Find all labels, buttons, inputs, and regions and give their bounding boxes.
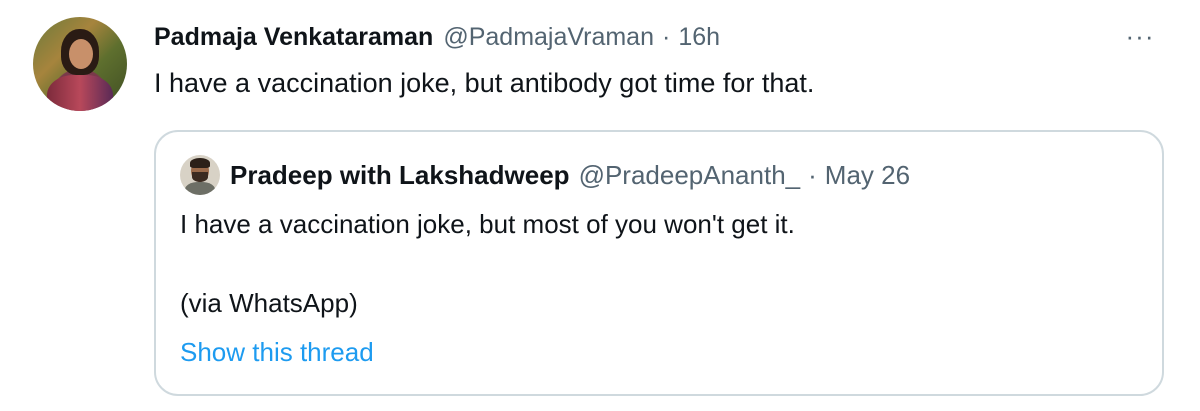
quoted-tweet-text-line2: (via WhatsApp) <box>180 288 358 318</box>
quoted-tweet-header: Pradeep with Lakshadweep @PradeepAnanth_… <box>180 155 911 195</box>
show-thread-link[interactable]: Show this thread <box>180 335 374 369</box>
more-options-button[interactable]: ··· <box>1122 20 1158 51</box>
author-name[interactable]: Padmaja Venkataraman <box>154 23 433 52</box>
quoted-tweet-text-line1: I have a vaccination joke, but most of y… <box>180 209 795 239</box>
quoted-tweet[interactable]: Pradeep with Lakshadweep @PradeepAnanth_… <box>154 130 1164 396</box>
quoted-author-handle: @PradeepAnanth_ <box>578 159 801 190</box>
tweet-header: Padmaja Venkataraman @PadmajaVraman · 16… <box>154 19 720 55</box>
quoted-author-name: Pradeep with Lakshadweep <box>230 159 570 190</box>
quoted-avatar-beard <box>192 172 208 182</box>
quoted-avatar-body <box>185 182 215 195</box>
quoted-tweet-timestamp: May 26 <box>824 159 911 190</box>
avatar-body <box>47 75 113 111</box>
avatar-face <box>69 39 93 69</box>
quoted-avatar-hair <box>190 158 210 168</box>
author-avatar[interactable] <box>33 17 127 111</box>
tweet-timestamp[interactable]: 16h <box>678 23 720 52</box>
more-horizontal-icon: ··· <box>1125 20 1155 51</box>
tweet[interactable]: Padmaja Venkataraman @PadmajaVraman · 16… <box>0 0 1200 411</box>
quoted-author-avatar <box>180 155 220 195</box>
separator-dot: · <box>662 22 671 51</box>
author-handle[interactable]: @PadmajaVraman <box>443 23 654 52</box>
tweet-text: I have a vaccination joke, but antibody … <box>154 68 815 98</box>
quoted-separator-dot: · <box>808 159 817 190</box>
